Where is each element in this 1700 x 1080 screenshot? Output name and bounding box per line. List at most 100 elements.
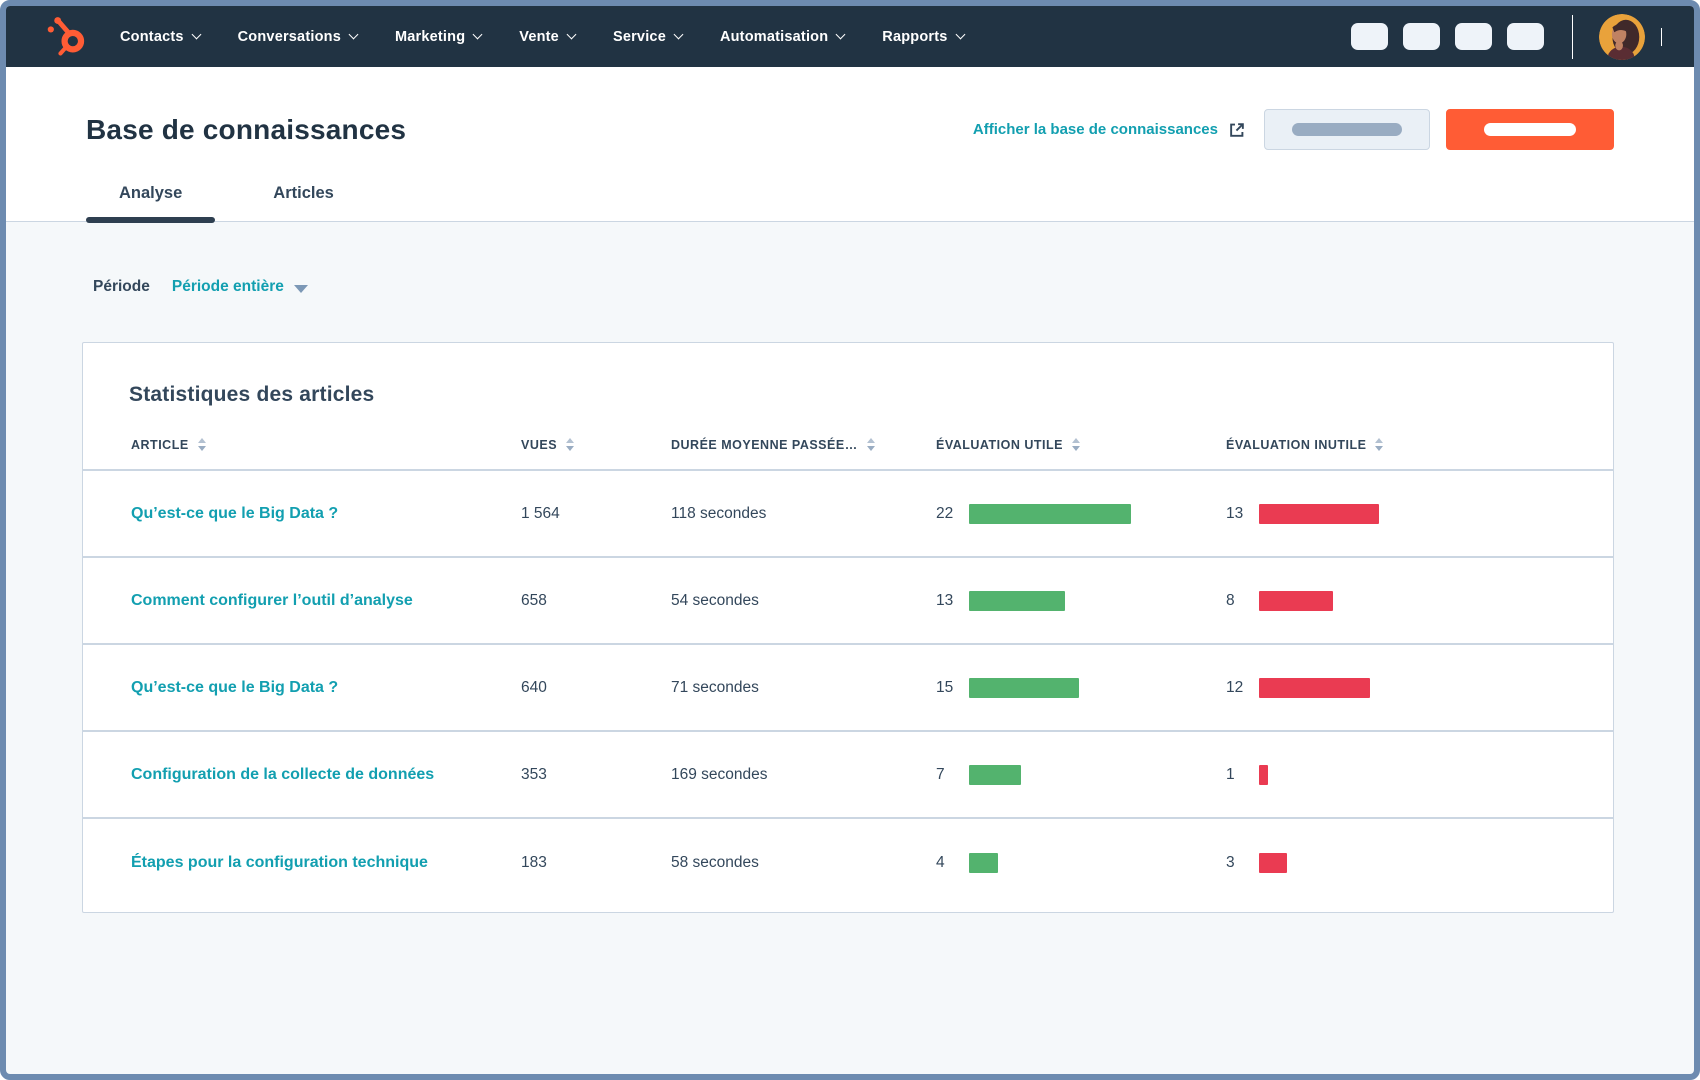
helpful-bar xyxy=(969,678,1079,698)
nav-item-automatisation[interactable]: Automatisation xyxy=(720,29,844,45)
tab-analyse[interactable]: Analyse xyxy=(86,184,215,221)
column-header-4: ÉVALUATION UTILE xyxy=(936,437,1226,452)
dropdown-caret-icon xyxy=(294,285,308,293)
helpful-count: 13 xyxy=(936,592,962,610)
helpful-rating-cell: 22 xyxy=(936,504,1226,524)
helpful-rating-cell: 7 xyxy=(936,765,1226,785)
views-cell: 658 xyxy=(521,592,671,610)
secondary-button-redacted[interactable] xyxy=(1264,109,1430,150)
chevron-down-icon xyxy=(567,30,577,40)
unhelpful-rating-cell: 8 xyxy=(1226,591,1613,611)
table-body: Qu’est-ce que le Big Data ?1 564118 seco… xyxy=(83,471,1613,906)
button-label-placeholder xyxy=(1292,123,1402,136)
nav-item-label: Rapports xyxy=(882,29,947,45)
column-header-label: ÉVALUATION INUTILE xyxy=(1226,438,1366,452)
unhelpful-count: 3 xyxy=(1226,854,1252,872)
article-cell: Comment configurer l’outil d’analyse xyxy=(131,592,521,610)
helpful-rating-cell: 4 xyxy=(936,853,1226,873)
unhelpful-count: 13 xyxy=(1226,505,1252,523)
article-stats-card: Statistiques des articles ARTICLEVUESDUR… xyxy=(82,342,1614,913)
article-link[interactable]: Configuration de la collecte de données xyxy=(131,766,434,783)
view-knowledge-base-link[interactable]: Afficher la base de connaissances xyxy=(973,121,1246,139)
sort-icon[interactable] xyxy=(1071,437,1081,452)
avg-time-cell: 169 secondes xyxy=(671,766,936,784)
nav-item-contacts[interactable]: Contacts xyxy=(120,29,200,45)
sort-icon[interactable] xyxy=(565,437,575,452)
period-select-value: Période entière xyxy=(172,278,284,296)
avg-time-cell: 54 secondes xyxy=(671,592,936,610)
views-cell: 1 564 xyxy=(521,505,671,523)
app-window: Contacts Conversations Marketing Vente Servi… xyxy=(0,0,1700,1080)
chevron-down-icon xyxy=(349,30,359,40)
table-row: Qu’est-ce que le Big Data ?1 564118 seco… xyxy=(83,471,1613,558)
tab-articles[interactable]: Articles xyxy=(273,184,334,221)
article-link[interactable]: Qu’est-ce que le Big Data ? xyxy=(131,679,338,696)
chevron-down-icon xyxy=(191,30,201,40)
hubspot-sprocket-logo-icon[interactable] xyxy=(46,15,90,59)
nav-menu: Contacts Conversations Marketing Vente Servi… xyxy=(120,29,964,45)
nav-icon-placeholder[interactable] xyxy=(1507,23,1544,50)
sort-icon[interactable] xyxy=(197,437,207,452)
article-cell: Étapes pour la configuration technique xyxy=(131,854,521,872)
views-cell: 640 xyxy=(521,679,671,697)
column-header-3: DURÉE MOYENNE PASSÉE… xyxy=(671,437,936,452)
unhelpful-count: 12 xyxy=(1226,679,1252,697)
nav-icon-placeholder[interactable] xyxy=(1403,23,1440,50)
nav-item-label: Contacts xyxy=(120,29,184,45)
period-filter-row: Période Période entière xyxy=(93,278,1694,296)
article-link[interactable]: Étapes pour la configuration technique xyxy=(131,854,428,871)
chevron-down-icon xyxy=(836,30,846,40)
views-cell: 183 xyxy=(521,854,671,872)
unhelpful-bar xyxy=(1259,591,1333,611)
helpful-rating-cell: 13 xyxy=(936,591,1226,611)
page-header: Base de connaissances Afficher la base d… xyxy=(6,67,1694,222)
views-cell: 353 xyxy=(521,766,671,784)
user-avatar[interactable] xyxy=(1599,14,1645,60)
nav-item-rapports[interactable]: Rapports xyxy=(882,29,963,45)
unhelpful-bar xyxy=(1259,678,1370,698)
nav-item-label: Automatisation xyxy=(720,29,828,45)
avg-time-cell: 71 secondes xyxy=(671,679,936,697)
table-row: Configuration de la collecte de données 3… xyxy=(83,732,1613,819)
article-cell: Qu’est-ce que le Big Data ? xyxy=(131,679,521,697)
nav-item-marketing[interactable]: Marketing xyxy=(395,29,481,45)
primary-button-redacted[interactable] xyxy=(1446,109,1614,150)
table-row: Étapes pour la configuration technique 18… xyxy=(83,819,1613,906)
sort-icon[interactable] xyxy=(1374,437,1384,452)
nav-item-label: Service xyxy=(613,29,666,45)
helpful-count: 7 xyxy=(936,766,962,784)
tab-bar: Analyse Articles xyxy=(6,150,1694,221)
unhelpful-count: 8 xyxy=(1226,592,1252,610)
table-row: Qu’est-ce que le Big Data ? 64071 seconde… xyxy=(83,645,1613,732)
article-link[interactable]: Qu’est-ce que le Big Data ? xyxy=(131,505,338,522)
account-chevron-down-icon[interactable] xyxy=(1661,28,1662,46)
table-header-row: ARTICLEVUESDURÉE MOYENNE PASSÉE…ÉVALUATI… xyxy=(83,437,1613,471)
unhelpful-rating-cell: 1 xyxy=(1226,765,1613,785)
chevron-down-icon xyxy=(955,30,965,40)
column-header-1: ARTICLE xyxy=(131,437,521,452)
nav-icon-placeholder[interactable] xyxy=(1351,23,1388,50)
period-select-dropdown[interactable]: Période entière xyxy=(172,278,308,296)
nav-right-section xyxy=(1351,14,1662,60)
avg-time-cell: 58 secondes xyxy=(671,854,936,872)
article-cell: Qu’est-ce que le Big Data ? xyxy=(131,505,521,523)
nav-divider xyxy=(1572,15,1573,59)
header-actions: Afficher la base de connaissances xyxy=(973,109,1614,150)
sort-icon[interactable] xyxy=(866,437,876,452)
tab-label: Analyse xyxy=(119,184,182,202)
helpful-bar xyxy=(969,853,998,873)
column-header-label: VUES xyxy=(521,438,557,452)
helpful-count: 4 xyxy=(936,854,962,872)
nav-icon-placeholder[interactable] xyxy=(1455,23,1492,50)
table-row: Comment configurer l’outil d’analyse 6585… xyxy=(83,558,1613,645)
unhelpful-rating-cell: 13 xyxy=(1226,504,1613,524)
unhelpful-bar xyxy=(1259,504,1379,524)
article-link[interactable]: Comment configurer l’outil d’analyse xyxy=(131,592,413,609)
helpful-bar xyxy=(969,504,1131,524)
nav-item-vente[interactable]: Vente xyxy=(519,29,575,45)
nav-item-service[interactable]: Service xyxy=(613,29,682,45)
nav-item-conversations[interactable]: Conversations xyxy=(238,29,357,45)
unhelpful-rating-cell: 12 xyxy=(1226,678,1613,698)
unhelpful-bar xyxy=(1259,853,1287,873)
page-title: Base de connaissances xyxy=(86,114,406,146)
